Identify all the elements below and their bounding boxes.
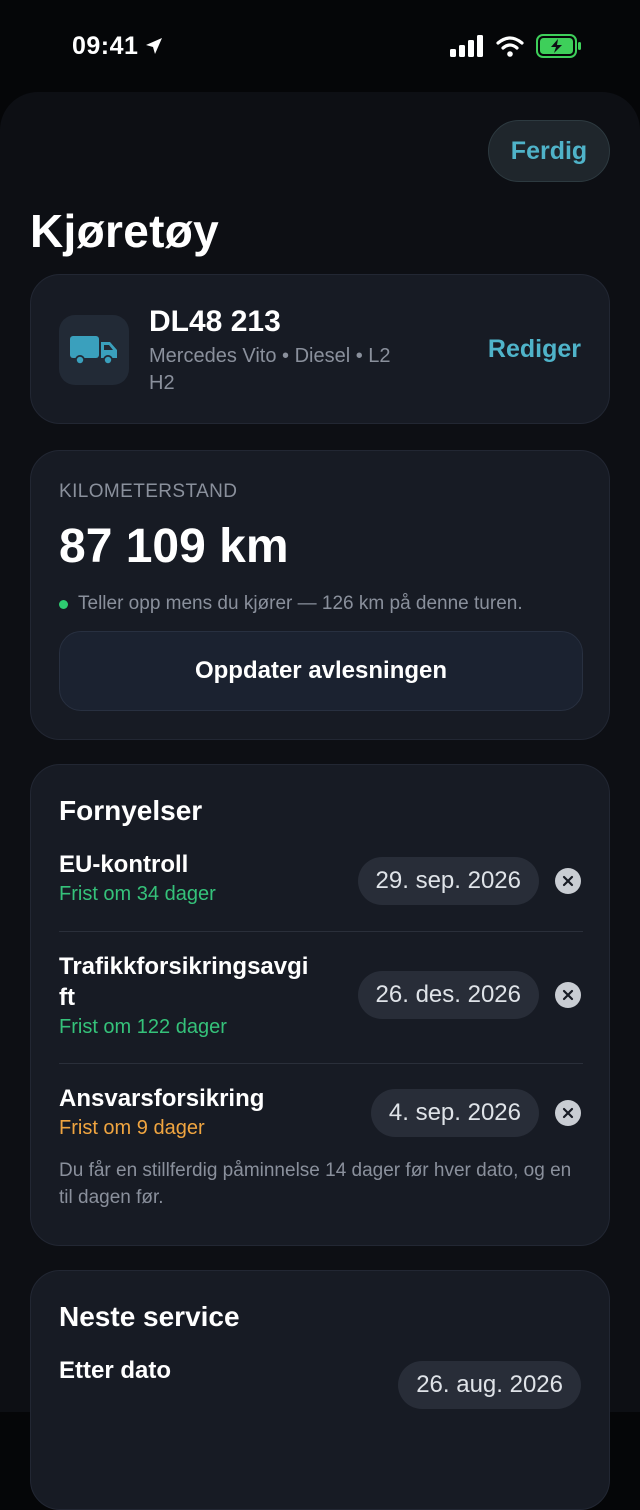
live-indicator-dot bbox=[59, 599, 68, 609]
reminder-note: Du får en stillferdig påminnelse 14 dage… bbox=[59, 1160, 572, 1208]
wifi-icon bbox=[496, 36, 524, 57]
clear-date-icon[interactable] bbox=[555, 1100, 581, 1126]
divider bbox=[59, 1063, 583, 1064]
vehicle-description: Mercedes Vito • Diesel • L2 H2 bbox=[149, 345, 391, 394]
renewal-name: Ansvarsforsikring bbox=[59, 1085, 265, 1112]
clock: 09:41 bbox=[72, 31, 139, 60]
service-by-date-label: Etter dato bbox=[59, 1357, 172, 1384]
odometer-label: KILOMETERSTAND bbox=[59, 481, 238, 502]
odometer-card: KILOMETERSTAND 87 109 km Teller opp mens… bbox=[30, 450, 610, 740]
status-bar: 09:41 bbox=[0, 0, 640, 92]
status-icons bbox=[450, 34, 582, 58]
vehicle-card: DL48 213 Mercedes Vito • Diesel • L2 H2 … bbox=[30, 274, 610, 424]
update-reading-button[interactable]: Oppdater avlesningen bbox=[59, 631, 583, 711]
renewal-name: Trafikkforsikringsavgift bbox=[59, 953, 309, 1011]
renewal-date-picker[interactable]: 4. sep. 2026 bbox=[370, 1089, 539, 1137]
renewal-due: Frist om 122 dager bbox=[59, 1016, 227, 1038]
signal-icon bbox=[450, 35, 483, 57]
page-title: Kjøretøy bbox=[30, 205, 219, 257]
done-button[interactable]: Ferdig bbox=[488, 120, 610, 182]
next-service-title: Neste service bbox=[59, 1301, 240, 1332]
odometer-value: 87 109 km bbox=[59, 520, 289, 573]
renewals-card: Fornyelser EU-kontroll Frist om 34 dager… bbox=[30, 764, 610, 1246]
renewal-row: Trafikkforsikringsavgift Frist om 122 da… bbox=[59, 951, 583, 1039]
divider bbox=[59, 931, 583, 932]
status-time: 09:41 bbox=[72, 32, 164, 61]
renewal-name: EU-kontroll bbox=[59, 851, 189, 878]
clear-date-icon[interactable] bbox=[555, 868, 581, 894]
vehicle-sheet: Ferdig Kjøretøy DL48 213 Mercedes Vito •… bbox=[0, 92, 640, 1510]
renewal-date-picker[interactable]: 29. sep. 2026 bbox=[357, 857, 539, 905]
battery-charging-icon bbox=[536, 34, 581, 58]
renewal-date-picker[interactable]: 26. des. 2026 bbox=[357, 971, 539, 1019]
vehicle-plate: DL48 213 bbox=[149, 305, 281, 338]
renewal-row: EU-kontroll Frist om 34 dager 29. sep. 2… bbox=[59, 849, 583, 906]
truck-icon bbox=[59, 315, 129, 385]
location-arrow-icon bbox=[146, 38, 163, 54]
edit-vehicle-button[interactable]: Rediger bbox=[488, 335, 581, 364]
next-service-card: Neste service Etter dato 26. aug. 2026 bbox=[30, 1270, 610, 1510]
odometer-status-text: Teller opp mens du kjører — 126 km på de… bbox=[78, 593, 523, 614]
renewal-row: Ansvarsforsikring Frist om 9 dager 4. se… bbox=[59, 1083, 583, 1140]
service-date-picker[interactable]: 26. aug. 2026 bbox=[398, 1361, 581, 1409]
renewals-title: Fornyelser bbox=[59, 795, 203, 826]
clear-date-icon[interactable] bbox=[555, 982, 581, 1008]
odometer-status: Teller opp mens du kjører — 126 km på de… bbox=[59, 593, 523, 615]
